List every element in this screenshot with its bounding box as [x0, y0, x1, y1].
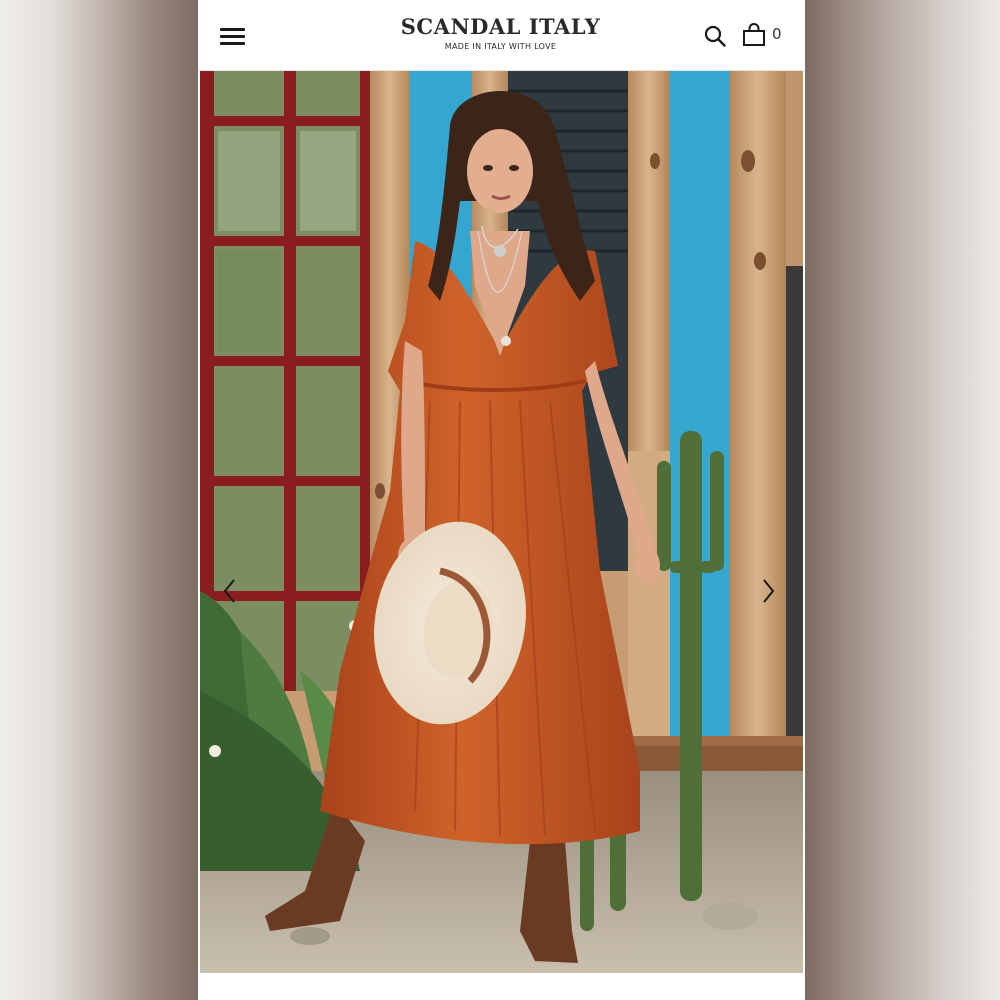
blurred-background-left — [0, 0, 198, 1000]
search-button[interactable] — [703, 24, 727, 48]
hamburger-menu-icon — [220, 28, 245, 31]
menu-button[interactable] — [220, 25, 246, 47]
product-photo — [200, 71, 803, 973]
brand-name: SCANDAL ITALY — [400, 14, 601, 39]
site-header: SCANDAL ITALY MADE IN ITALY WITH LOVE 0 — [198, 0, 805, 71]
page-footer-strip — [198, 973, 805, 1000]
cart-button[interactable] — [741, 22, 767, 48]
mobile-page: SCANDAL ITALY MADE IN ITALY WITH LOVE 0 — [198, 0, 805, 1000]
brand-tagline: MADE IN ITALY WITH LOVE — [444, 42, 557, 51]
cart-count: 0 — [772, 25, 782, 43]
chevron-left-icon — [223, 579, 235, 603]
blurred-background-right — [805, 0, 1000, 1000]
chevron-right-icon — [763, 579, 775, 603]
shopping-bag-icon — [743, 23, 765, 46]
next-image-button[interactable] — [756, 576, 780, 606]
previous-image-button[interactable] — [218, 576, 242, 606]
search-icon — [704, 25, 726, 47]
product-image[interactable] — [200, 71, 803, 973]
brand-logo[interactable]: SCANDAL ITALY MADE IN ITALY WITH LOVE — [398, 14, 603, 51]
